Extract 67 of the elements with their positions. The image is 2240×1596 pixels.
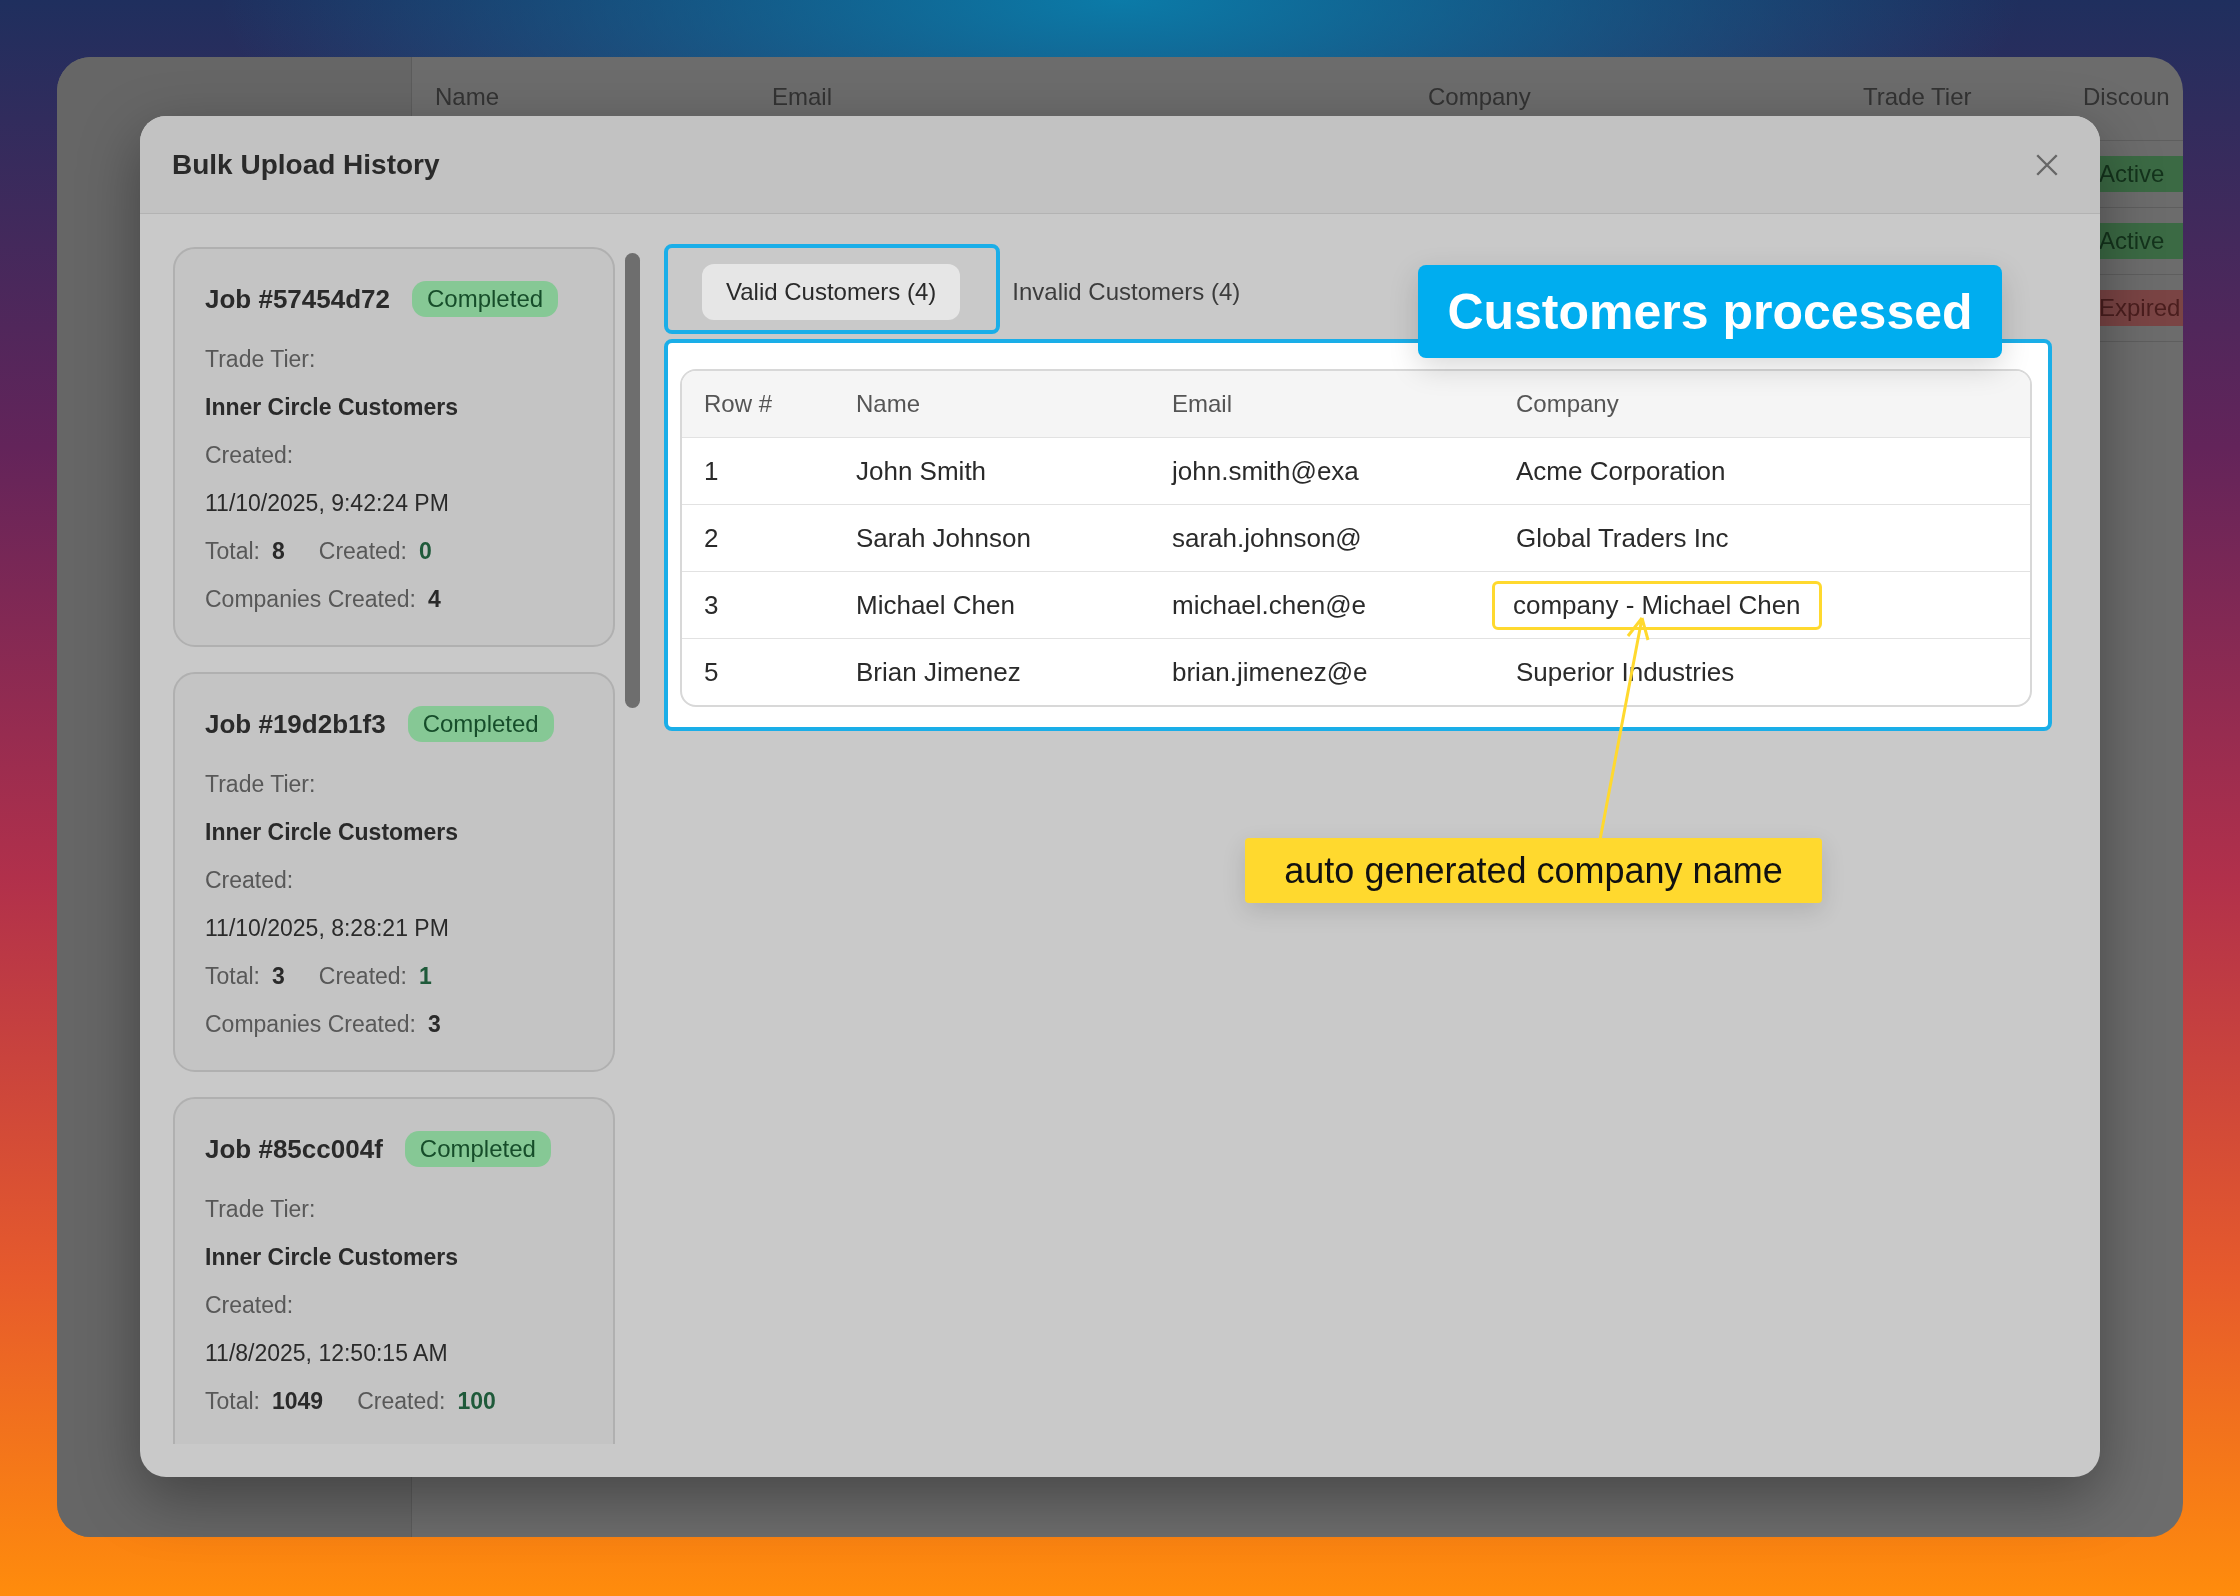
field-value: Inner Circle Customers [205, 392, 460, 422]
table-cell-text: Sarah Johnson [856, 522, 1032, 554]
tab[interactable]: Valid Customers (4) [702, 264, 961, 320]
field-label: Created: [205, 1290, 295, 1320]
field-value: 100 [457, 1387, 496, 1415]
tab[interactable]: Invalid Customers (4) [988, 264, 1265, 320]
field-value: 11/10/2025, 9:42:24 PM [205, 488, 450, 518]
field-label: Created: [205, 865, 295, 895]
column-header: Row # [704, 390, 774, 418]
table-cell-text: 2 [704, 522, 720, 554]
modal-title: Bulk Upload History [172, 148, 440, 181]
table-cell: Global Traders Inc [1516, 522, 1729, 554]
field-label: Trade Tier: [205, 344, 317, 374]
table-cell: Acme Corporation [1516, 455, 1726, 487]
field-label: Companies Created: [205, 1010, 416, 1038]
field-value: 8 [272, 537, 285, 565]
column-header: Email [772, 82, 833, 112]
table-cell-text: brian.jimenez@e [1172, 656, 1369, 688]
column-header: Company [1428, 82, 1532, 112]
table-cell-text: sarah.johnson@ [1172, 522, 1363, 554]
column-header: Name [435, 82, 501, 112]
field-value: 11/10/2025, 8:28:21 PM [205, 913, 450, 943]
field-label: Trade Tier: [205, 1194, 317, 1224]
field-label: Total: [205, 962, 260, 990]
column-header: Name [856, 390, 922, 418]
job-title: Job #85cc004f [205, 1133, 383, 1165]
table-cell-text: 5 [704, 656, 720, 688]
job-card[interactable]: Job #57454d72 Completed Trade Tier: Inner Circle Customers Created: 11/10/2025, 9:42:24 PM Total: 8 Created: 0 Companies Created: 4 [173, 247, 615, 647]
status-badge: Completed [412, 281, 559, 317]
column-header: Company [1516, 390, 1620, 418]
field-value: 3 [427, 1010, 441, 1038]
field-label: Trade Tier: [205, 769, 317, 799]
field-value: 1049 [272, 1387, 324, 1415]
field-label: Created: [205, 440, 295, 470]
column-header: Email [1172, 390, 1233, 418]
field-label: Total: [205, 537, 260, 565]
table-cell-text: 1 [704, 455, 720, 487]
field-label: Total: [205, 1387, 260, 1415]
table-cell: company - Michael Chen [1492, 580, 1822, 630]
scrollbar[interactable] [625, 253, 640, 708]
table-cell-text: John Smith [856, 455, 988, 487]
field-label: Created: [318, 962, 407, 990]
callout-label: Customers processed [1418, 265, 2002, 358]
field-label: Companies Created: [205, 585, 416, 613]
note-label: auto generated company name [1245, 838, 1822, 903]
table-cell-text: Michael Chen [856, 589, 1016, 621]
column-header: Discoun [2083, 82, 2171, 112]
field-label: Created: [318, 537, 407, 565]
field-value: Inner Circle Customers [205, 1242, 460, 1272]
field-value: Inner Circle Customers [205, 817, 460, 847]
job-title: Job #19d2b1f3 [205, 708, 386, 740]
table-cell-text: john.smith@exa [1172, 455, 1360, 487]
field-label: Created: [357, 1387, 446, 1415]
job-card[interactable]: Job #19d2b1f3 Completed Trade Tier: Inner Circle Customers Created: 11/10/2025, 8:28:21 PM Total: 3 Created: 1 Companies Created: 3 [173, 672, 615, 1072]
field-value: 1 [419, 962, 432, 990]
table-cell-text: Brian Jimenez [856, 656, 1022, 688]
field-value: 11/8/2025, 12:50:15 AM [205, 1338, 449, 1368]
table-cell-text: 3 [704, 589, 720, 621]
job-card[interactable]: Job #85cc004f Completed Trade Tier: Inner Circle Customers Created: 11/8/2025, 12:50:15 AM Total: 1049 Created: 100 [173, 1097, 615, 1444]
job-title: Job #57454d72 [205, 283, 390, 315]
status-badge: Completed [407, 706, 554, 742]
status-badge: Completed [404, 1131, 551, 1167]
column-header: Trade Tier [1863, 82, 1973, 112]
field-value: 0 [419, 537, 432, 565]
field-value: 3 [272, 962, 285, 990]
table-cell-text: michael.chen@e [1172, 589, 1368, 621]
field-value: 4 [427, 585, 441, 613]
